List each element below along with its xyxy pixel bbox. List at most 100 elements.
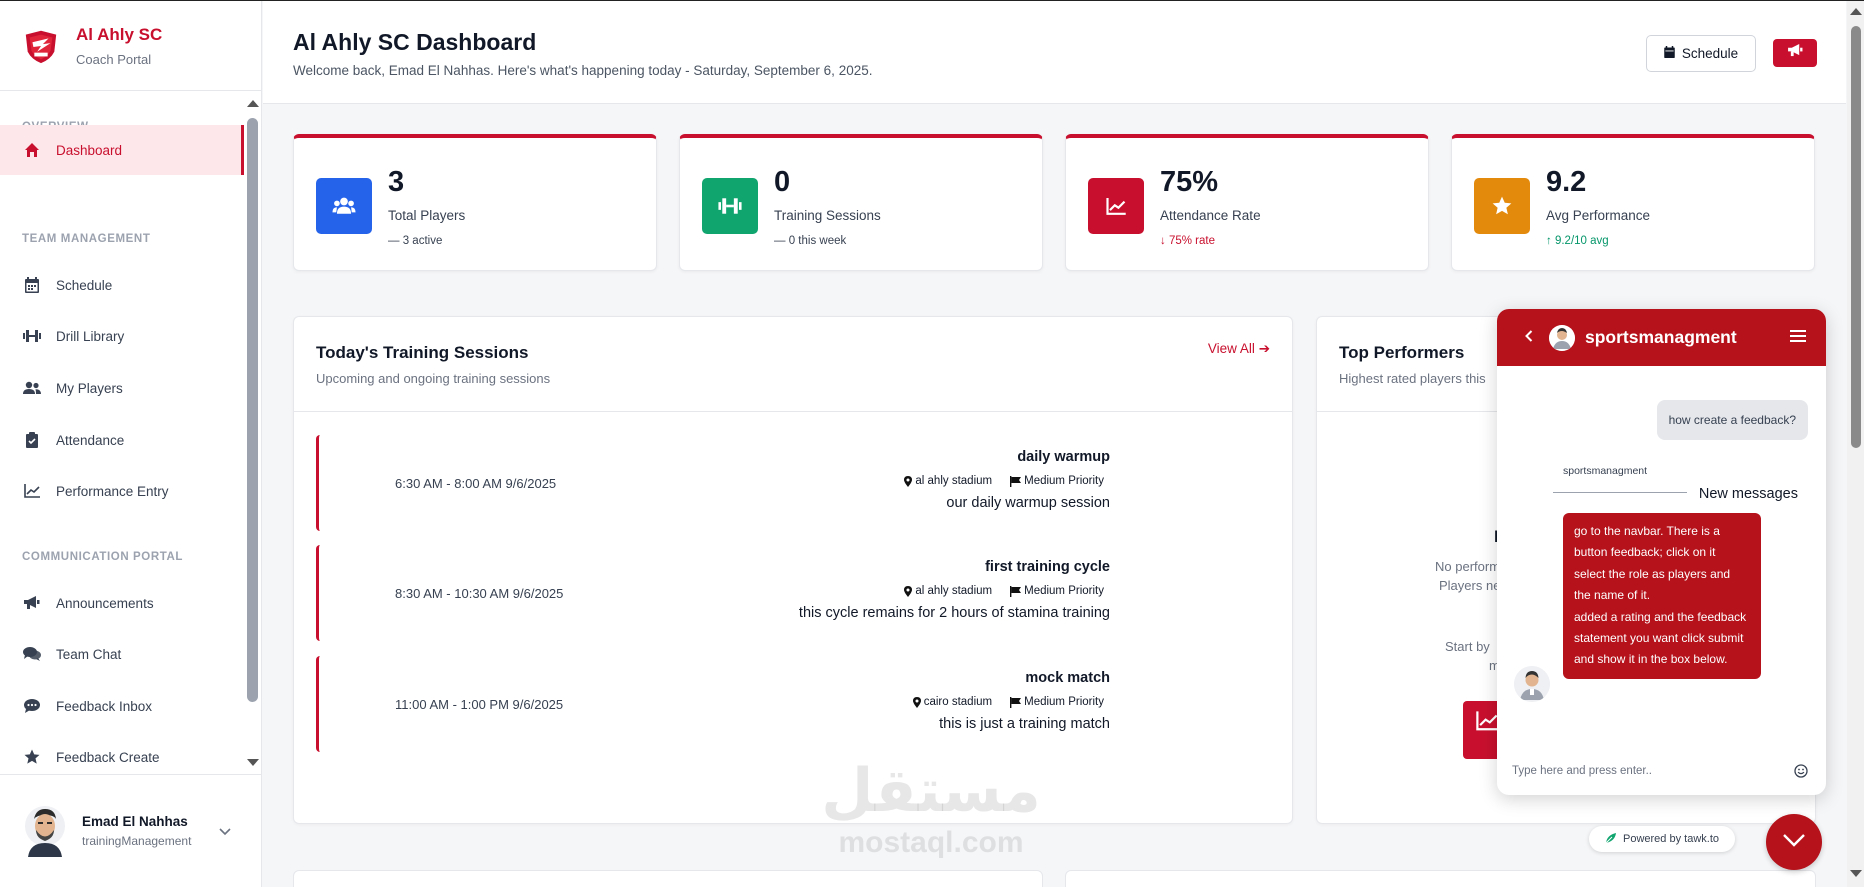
chat-toggle-button[interactable] — [1766, 814, 1822, 870]
sidebar-scrollbar-thumb[interactable] — [247, 118, 258, 702]
arrow-up-icon: ↑ — [1546, 235, 1552, 247]
session-item[interactable]: 6:30 AM - 8:00 AM 9/6/2025 daily warmup … — [316, 435, 1110, 531]
session-priority: Medium Priority — [1024, 585, 1104, 597]
panel-subtitle: Highest rated players this — [1339, 371, 1486, 386]
map-marker-icon — [904, 585, 913, 597]
panel-title: Today's Training Sessions — [316, 343, 529, 362]
dumbbell-icon — [22, 326, 42, 346]
sidebar-item-label: Schedule — [56, 277, 113, 293]
stat-label: Training Sessions — [774, 208, 881, 223]
sidebar-item-label: Attendance — [56, 432, 125, 448]
schedule-button[interactable]: Schedule — [1646, 35, 1756, 72]
megaphone-icon — [22, 593, 42, 613]
sidebar-item-feedback-create[interactable]: Feedback Create — [0, 732, 244, 772]
stat-icon-box — [1474, 178, 1530, 234]
chevron-down-icon[interactable] — [219, 823, 231, 841]
minus-icon: — — [774, 235, 786, 247]
empty-state-hint-line: Start by — [1445, 639, 1490, 654]
stat-trend: — 3 active — [388, 235, 442, 247]
schedule-button-label: Schedule — [1681, 46, 1739, 61]
bottom-panel-right — [1065, 870, 1816, 887]
clipboard-icon — [22, 430, 42, 450]
sidebar-item-label: Dashboard — [56, 142, 123, 158]
flag-icon — [1010, 475, 1022, 487]
chat-agent-message: go to the navbar. There is a button feed… — [1563, 513, 1761, 679]
star-icon — [22, 747, 42, 767]
training-sessions-panel: Today's Training Sessions Upcoming and o… — [293, 316, 1293, 824]
session-description: our daily warmup session — [946, 495, 1110, 511]
minus-icon: — — [388, 235, 400, 247]
panel-subtitle: Upcoming and ongoing training sessions — [316, 371, 551, 386]
session-time: 11:00 AM - 1:00 PM 9/6/2025 — [395, 696, 564, 712]
session-name: mock match — [1025, 670, 1110, 686]
arrow-right-icon: ➔ — [1258, 341, 1270, 356]
powered-by-badge[interactable]: Powered by tawk.to — [1589, 826, 1735, 852]
nav-section-communication-portal: COMMUNICATION PORTAL — [22, 551, 184, 563]
sidebar-item-drill-library[interactable]: Drill Library — [0, 311, 244, 361]
map-marker-icon — [912, 696, 921, 708]
empty-state-line: No perform — [1435, 559, 1501, 574]
empty-state-hint: Start by m — [1445, 637, 1500, 675]
session-location: al ahly stadium — [915, 475, 993, 487]
user-name: Emad El Nahhas — [82, 814, 188, 829]
session-item[interactable]: 8:30 AM - 10:30 AM 9/6/2025 first traini… — [316, 545, 1110, 641]
sidebar-scroll-down[interactable] — [247, 759, 259, 766]
megaphone-icon — [1787, 44, 1803, 62]
sidebar-item-announcements[interactable]: Announcements — [0, 578, 244, 628]
session-item[interactable]: 11:00 AM - 1:00 PM 9/6/2025 mock match c… — [316, 656, 1110, 752]
chevron-left-icon[interactable] — [1525, 329, 1533, 347]
chat-widget: sportsmanagment how create a feedback? s… — [1497, 309, 1826, 795]
sidebar-item-label: Feedback Inbox — [56, 698, 153, 714]
user-profile[interactable]: Emad El Nahhas trainingManagement — [0, 774, 261, 887]
sidebar-item-label: Announcements — [56, 595, 154, 611]
stat-label: Attendance Rate — [1160, 208, 1261, 223]
sidebar-item-label: Team Chat — [56, 646, 122, 662]
flag-icon — [1010, 585, 1022, 597]
menu-icon[interactable] — [1790, 329, 1806, 348]
page-scroll-up[interactable] — [1850, 8, 1862, 15]
session-meta: al ahly stadium Medium Priority — [904, 475, 1104, 487]
stat-value: 75% — [1160, 166, 1219, 198]
page-title: Al Ahly SC Dashboard — [293, 29, 537, 55]
emoji-icon[interactable] — [1794, 764, 1808, 783]
chat-agent-avatar — [1549, 324, 1575, 351]
sidebar-item-feedback-inbox[interactable]: Feedback Inbox — [0, 681, 244, 731]
sidebar-item-schedule[interactable]: Schedule — [0, 260, 244, 310]
announce-button[interactable] — [1773, 39, 1817, 67]
session-description: this cycle remains for 2 hours of stamin… — [798, 605, 1110, 621]
sidebar-item-performance-entry[interactable]: Performance Entry — [0, 466, 244, 516]
page-header: Al Ahly SC Dashboard Welcome back, Emad … — [263, 1, 1846, 104]
users-icon — [332, 197, 356, 214]
sidebar-item-label: My Players — [56, 380, 123, 396]
chat-agent-label: sportsmanagment — [1563, 465, 1648, 477]
sidebar-item-attendance[interactable]: Attendance — [0, 415, 244, 465]
sidebar-scroll-up[interactable] — [247, 100, 259, 107]
stat-label: Avg Performance — [1546, 208, 1651, 223]
brand[interactable]: Al Ahly SC Coach Portal — [0, 1, 261, 91]
dumbbell-icon — [718, 198, 742, 214]
session-time: 6:30 AM - 8:00 AM 9/6/2025 — [395, 475, 557, 491]
panel-title: Top Performers — [1339, 343, 1465, 362]
chat-message-input[interactable]: Type here and press enter.. — [1512, 765, 1652, 777]
view-all-link[interactable]: View All ➔ — [1208, 341, 1270, 357]
comment-dots-icon — [22, 696, 42, 716]
star-icon — [1492, 196, 1512, 215]
calendar-icon — [22, 275, 42, 295]
session-name: daily warmup — [1017, 449, 1110, 465]
nav-section-team-management: TEAM MANAGEMENT — [22, 233, 151, 245]
sidebar-item-dashboard[interactable]: Dashboard — [0, 125, 244, 175]
club-logo-icon — [25, 30, 57, 63]
page-scrollbar-thumb[interactable] — [1851, 26, 1861, 448]
new-messages-divider — [1553, 492, 1687, 493]
sidebar-item-team-chat[interactable]: Team Chat — [0, 629, 244, 679]
stat-icon-box — [316, 178, 372, 234]
session-meta: cairo stadium Medium Priority — [912, 696, 1104, 708]
stat-trend-text: 9.2/10 avg — [1554, 235, 1609, 247]
map-marker-icon — [904, 475, 913, 487]
empty-state-line: Players ne — [1439, 578, 1501, 593]
powered-by-text: Powered by tawk.to — [1623, 833, 1719, 845]
session-location: cairo stadium — [923, 696, 993, 708]
page-scroll-down[interactable] — [1850, 870, 1862, 877]
sidebar-item-my-players[interactable]: My Players — [0, 363, 244, 413]
avatar — [25, 806, 65, 857]
